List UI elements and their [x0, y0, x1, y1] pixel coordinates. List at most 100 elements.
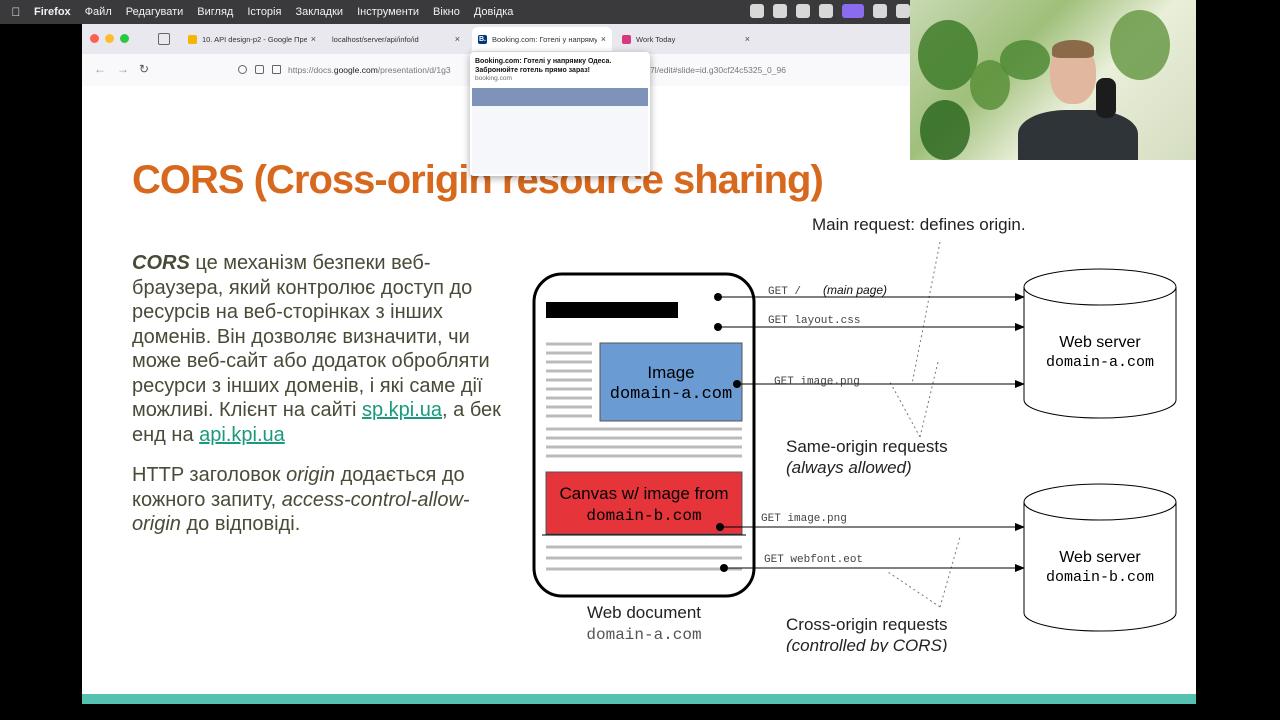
forward-arrow-icon[interactable]: → — [117, 62, 129, 76]
tab-title: localhost/server/api/info/id — [332, 34, 419, 44]
api-kpi-link[interactable]: api.kpi.ua — [199, 424, 285, 446]
menubar-tray — [750, 4, 910, 18]
tab-localhost[interactable]: localhost/server/api/info/id × — [326, 27, 466, 51]
apple-logo-icon[interactable]:  — [10, 6, 22, 18]
tab-booking[interactable]: B. Booking.com: Готелі у напряму × — [472, 27, 612, 51]
bluetooth-icon[interactable] — [896, 4, 910, 18]
minimize-window-button[interactable] — [105, 34, 114, 43]
cors-definition-paragraph: CORS це механізм безпеки веб-браузера, я… — [132, 251, 517, 447]
close-window-button[interactable] — [90, 34, 99, 43]
menu-help[interactable]: Довідка — [474, 6, 514, 18]
shield-icon[interactable] — [238, 65, 247, 74]
menu-view[interactable]: Вигляд — [197, 6, 233, 18]
menu-window[interactable]: Вікно — [433, 6, 460, 18]
request-label-webfont: GET webfont.eot — [764, 554, 863, 566]
server-b-name: Web server — [1059, 549, 1141, 566]
same-origin-note: (always allowed) — [786, 458, 912, 477]
tab-title: Work Today — [636, 34, 676, 44]
definition-text: це механізм безпеки веб-браузера, який к… — [132, 252, 490, 421]
close-tab-icon[interactable]: × — [455, 34, 460, 44]
tab-strip: 10. API design-p2 - Google Пре × localho… — [82, 24, 910, 54]
request-label-image-a: GET image.png — [774, 376, 860, 388]
layers-icon[interactable] — [819, 4, 833, 18]
server-a-domain: domain-a.com — [1046, 354, 1154, 371]
image-box-domain: domain-a.com — [610, 385, 732, 404]
close-tab-icon[interactable]: × — [745, 34, 750, 44]
menu-file[interactable]: Файл — [85, 6, 112, 18]
tab-hover-preview: Booking.com: Готелі у напрямку Одеса. За… — [470, 52, 650, 176]
cross-origin-label: Cross-origin requests — [786, 615, 948, 634]
origin-header-paragraph: HTTP заголовок origin додається до кожно… — [132, 463, 517, 537]
menu-tools[interactable]: Інструменти — [357, 6, 419, 18]
window-controls — [90, 34, 129, 43]
header-text-1: HTTP заголовок — [132, 464, 287, 486]
server-b-domain: domain-b.com — [1046, 569, 1154, 586]
tab-overview-icon[interactable] — [158, 33, 170, 45]
server-a-name: Web server — [1059, 334, 1141, 351]
creative-cloud-icon[interactable] — [873, 4, 887, 18]
request-label-css: GET layout.css — [768, 315, 860, 327]
url-path: /presentation/d/1g3 — [377, 65, 451, 75]
url-tail: bfbV7l/edit#slide=id.g30cf24c5325_0_96 — [632, 65, 786, 75]
cross-origin-pointer — [887, 536, 961, 608]
google-slides-favicon-icon — [188, 34, 197, 44]
menu-bookmarks[interactable]: Закладки — [295, 6, 343, 18]
slide-body: CORS це механізм безпеки веб-браузера, я… — [132, 251, 517, 553]
cloud-icon[interactable] — [750, 4, 764, 18]
presenter-hair — [1052, 40, 1094, 58]
right-letterbox — [1196, 0, 1280, 720]
request-note-main: (main page) — [823, 283, 887, 297]
presenter-torso — [1018, 110, 1138, 160]
canvas-box-domain: domain-b.com — [586, 507, 701, 525]
close-tab-icon[interactable]: × — [601, 34, 606, 44]
request-arrows — [718, 293, 1025, 572]
folder-icon[interactable] — [773, 4, 787, 18]
canvas-box-title: Canvas w/ image from — [559, 484, 728, 503]
web-document-domain: domain-a.com — [586, 626, 701, 644]
permissions-icon[interactable] — [272, 65, 281, 74]
screen-share-icon[interactable] — [842, 4, 864, 18]
macos-menubar:  Firefox Файл Редагувати Вигляд Історія… — [0, 0, 910, 24]
tab-google-slides[interactable]: 10. API design-p2 - Google Пре × — [182, 27, 322, 51]
request-label-image-b: GET image.png — [761, 513, 847, 525]
zoom-window-button[interactable] — [120, 34, 129, 43]
same-origin-label: Same-origin requests — [786, 437, 948, 456]
preview-thumbnail — [472, 88, 648, 174]
image-box-title: Image — [647, 363, 694, 382]
sp-kpi-link[interactable]: sp.kpi.ua — [362, 399, 442, 421]
back-arrow-icon[interactable]: ← — [94, 62, 106, 76]
reload-icon[interactable]: ↻ — [139, 62, 149, 76]
request-label-main: GET / — [768, 286, 801, 298]
webcam-overlay — [910, 0, 1196, 160]
lock-icon[interactable] — [255, 65, 264, 74]
tab-title: Booking.com: Готелі у напряму — [492, 34, 597, 44]
tab-title: 10. API design-p2 - Google Пре — [202, 34, 307, 44]
menu-app-name[interactable]: Firefox — [34, 6, 71, 18]
close-tab-icon[interactable]: × — [311, 34, 316, 44]
web-document-label: Web document — [587, 603, 701, 622]
cors-term: CORS — [132, 252, 190, 274]
presentation-slide: CORS (Cross-origin resource sharing) COR… — [82, 86, 1196, 704]
image-box — [599, 342, 743, 422]
booking-favicon-icon: B. — [478, 34, 487, 44]
header-text-3: до відповіді. — [180, 513, 301, 535]
cross-origin-note: (controlled by CORS) — [786, 636, 948, 652]
preview-domain: booking.com — [475, 75, 512, 82]
server-domain-b: Web server domain-b.com — [1023, 483, 1177, 632]
microphone — [1096, 78, 1116, 118]
url-domain: google.com — [333, 65, 378, 75]
cors-diagram: Main request: defines origin. Image doma… — [532, 215, 1177, 652]
app-status-icon[interactable] — [796, 4, 810, 18]
main-request-pointer — [911, 241, 941, 385]
same-origin-pointer — [889, 361, 939, 438]
work-today-favicon-icon — [622, 34, 631, 44]
main-request-label: Main request: defines origin. — [812, 215, 1026, 234]
menu-history[interactable]: Історія — [247, 6, 281, 18]
origin-term: origin — [286, 464, 336, 486]
menu-edit[interactable]: Редагувати — [126, 6, 184, 18]
tab-work-today[interactable]: Work Today × — [616, 27, 756, 51]
document-header-bar — [546, 302, 678, 318]
url-prefix: https://docs. — [288, 65, 334, 75]
slide-bottom-bar — [82, 694, 1196, 704]
preview-title: Booking.com: Готелі у напрямку Одеса. За… — [475, 58, 612, 74]
